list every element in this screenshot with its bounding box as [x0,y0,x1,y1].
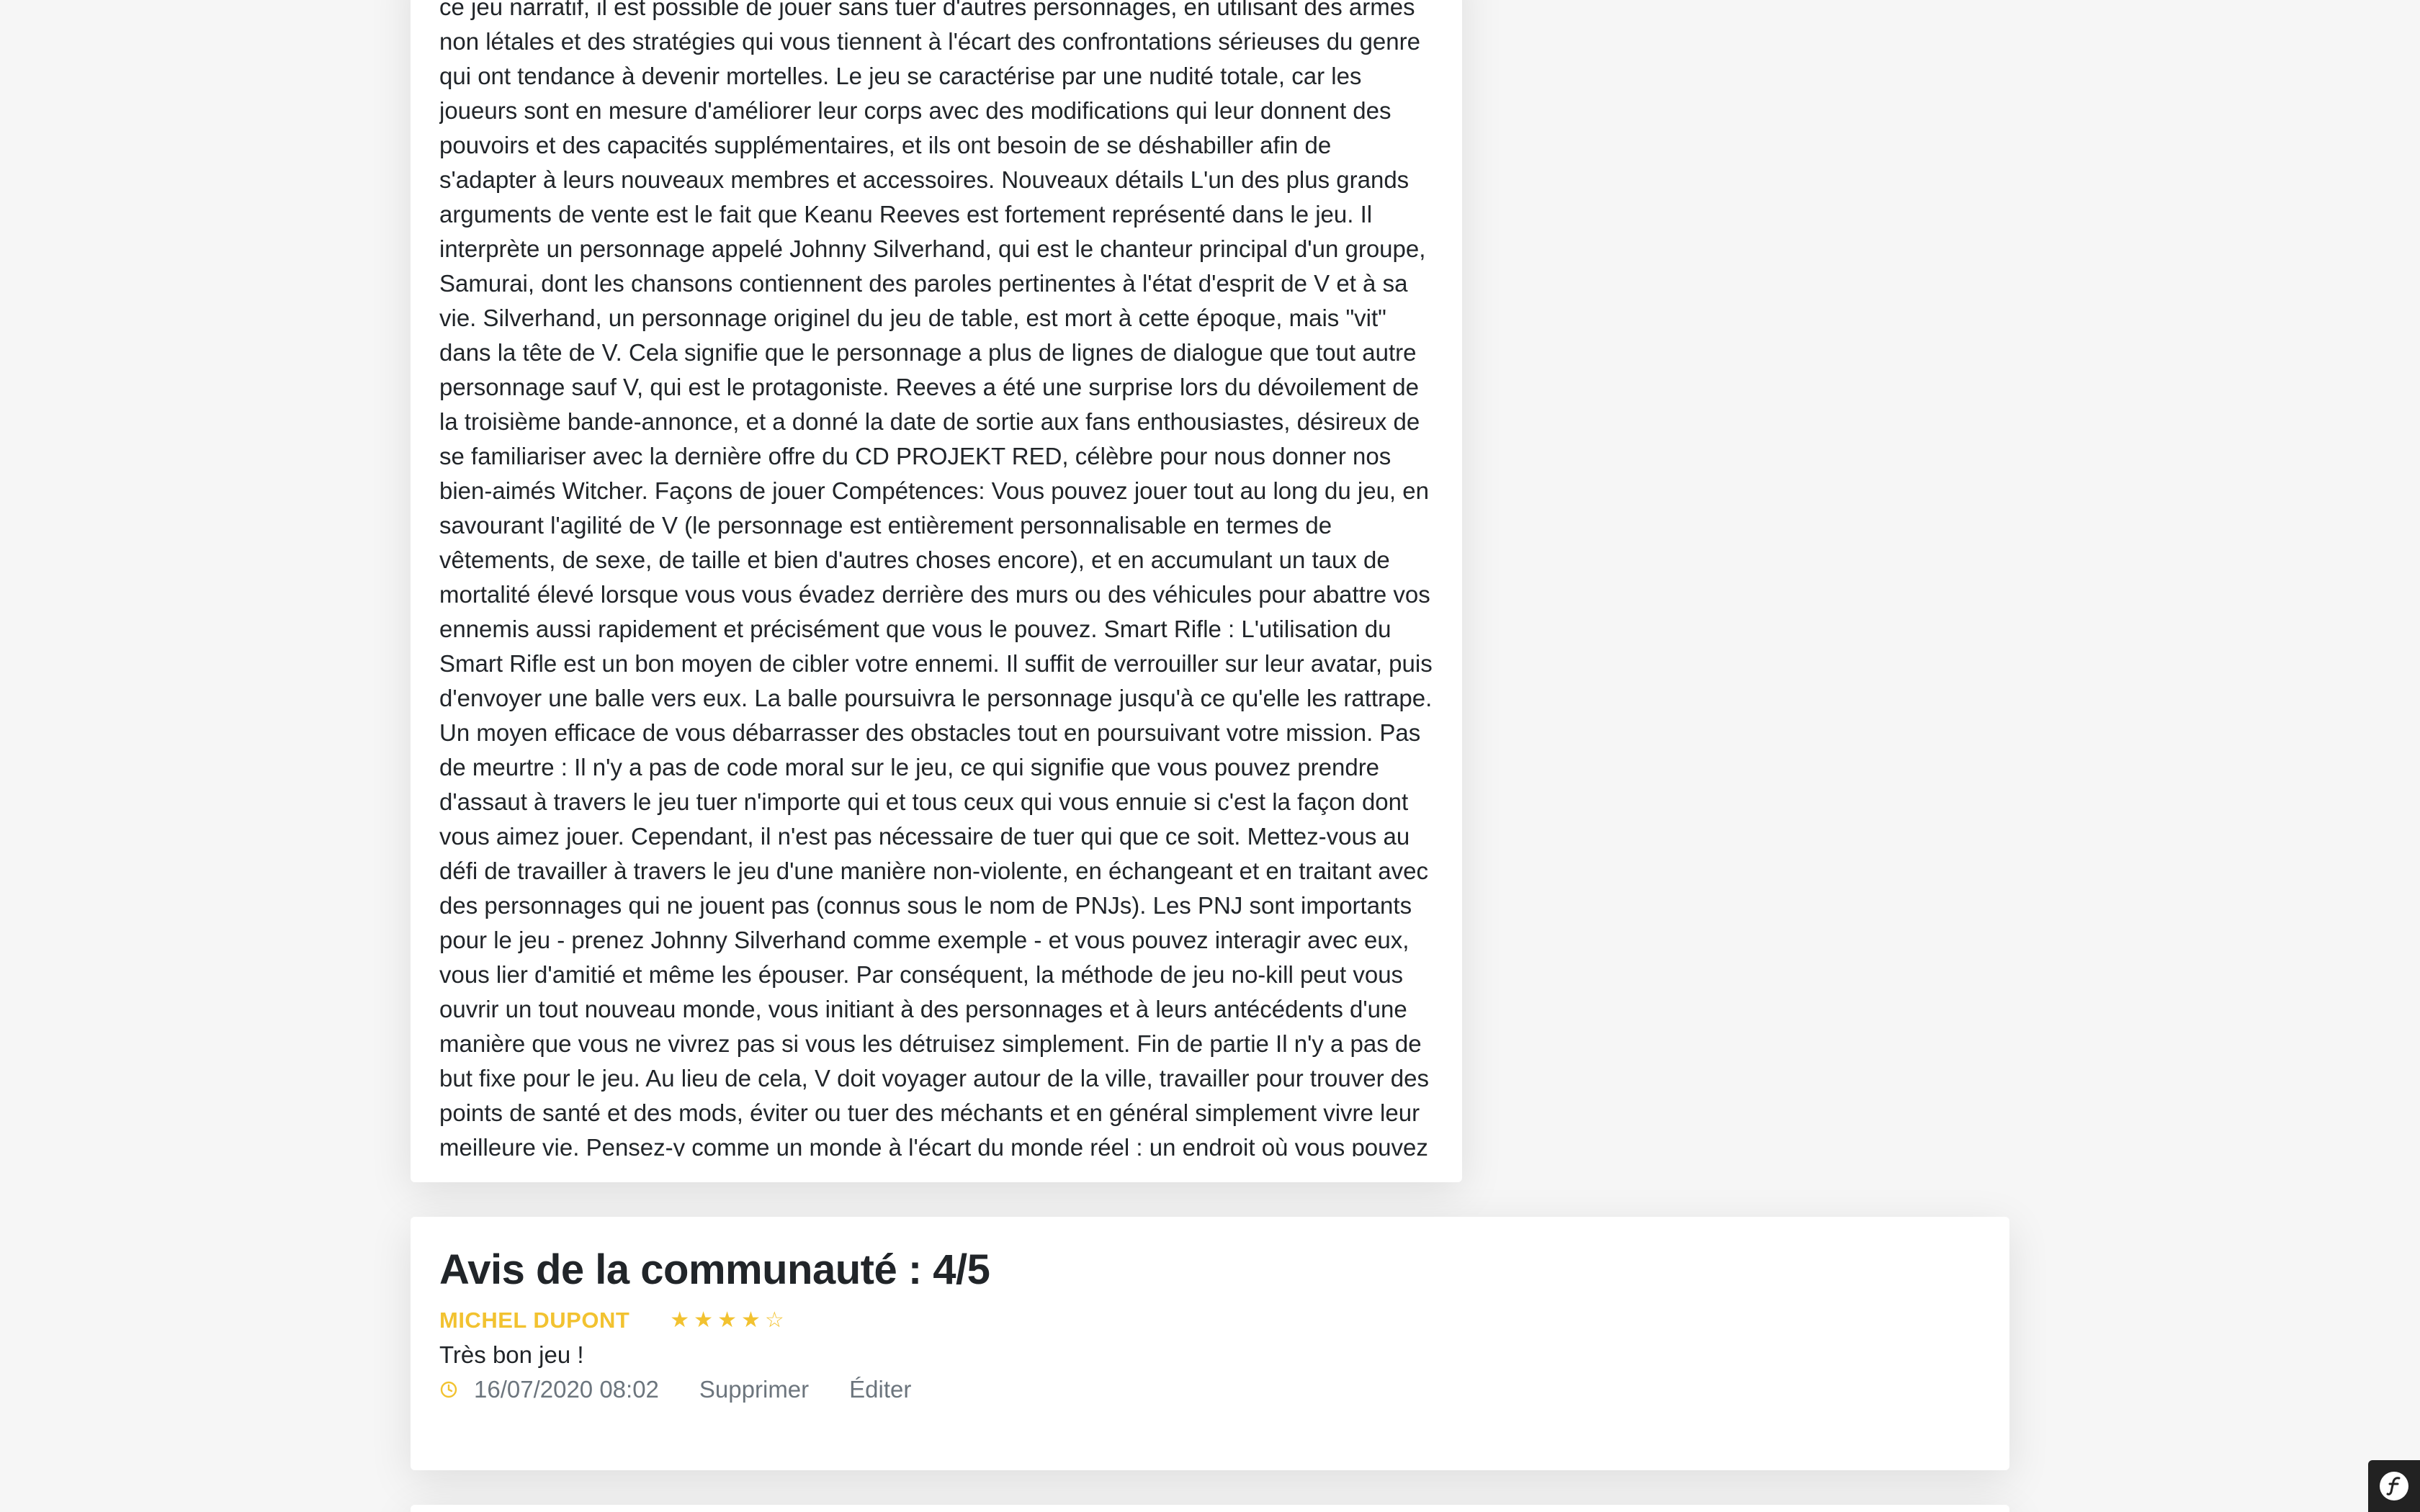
review-rating: ★ ★ ★ ★ ☆ [670,1310,784,1331]
game-description-text: ce jeu narratif, il est possible de joue… [439,0,1433,1156]
review-header: MICHEL DUPONT ★ ★ ★ ★ ☆ [439,1303,1981,1338]
symfony-logo-icon [2380,1472,2408,1500]
delete-review-link[interactable]: Supprimer [699,1372,809,1407]
game-description-card: ce jeu narratif, il est possible de joue… [411,0,1462,1182]
clock-icon [439,1380,458,1399]
star-icon: ★ [740,1308,761,1333]
star-outline-icon: ☆ [764,1308,784,1333]
reviews-title: Avis de la communauté : 4/5 [439,1246,990,1293]
review-date: 16/07/2020 08:02 [474,1376,659,1403]
star-icon: ★ [717,1308,737,1333]
star-icon: ★ [670,1308,690,1333]
next-card [411,1505,2009,1512]
edit-review-link[interactable]: Éditer [849,1372,911,1407]
page: ce jeu narratif, il est possible de joue… [0,0,2420,1512]
review-author: MICHEL DUPONT [439,1308,630,1333]
review-text: Très bon jeu ! [439,1341,584,1368]
community-reviews-card: Avis de la communauté : 4/5 MICHEL DUPON… [411,1217,2009,1470]
review-meta: 16/07/2020 08:02 Supprimer Éditer [439,1372,1981,1407]
review-item: MICHEL DUPONT ★ ★ ★ ★ ☆ Très bon jeu ! 1… [439,1303,1981,1407]
star-icon: ★ [694,1308,714,1333]
symfony-toolbar-toggle[interactable] [2368,1460,2420,1512]
